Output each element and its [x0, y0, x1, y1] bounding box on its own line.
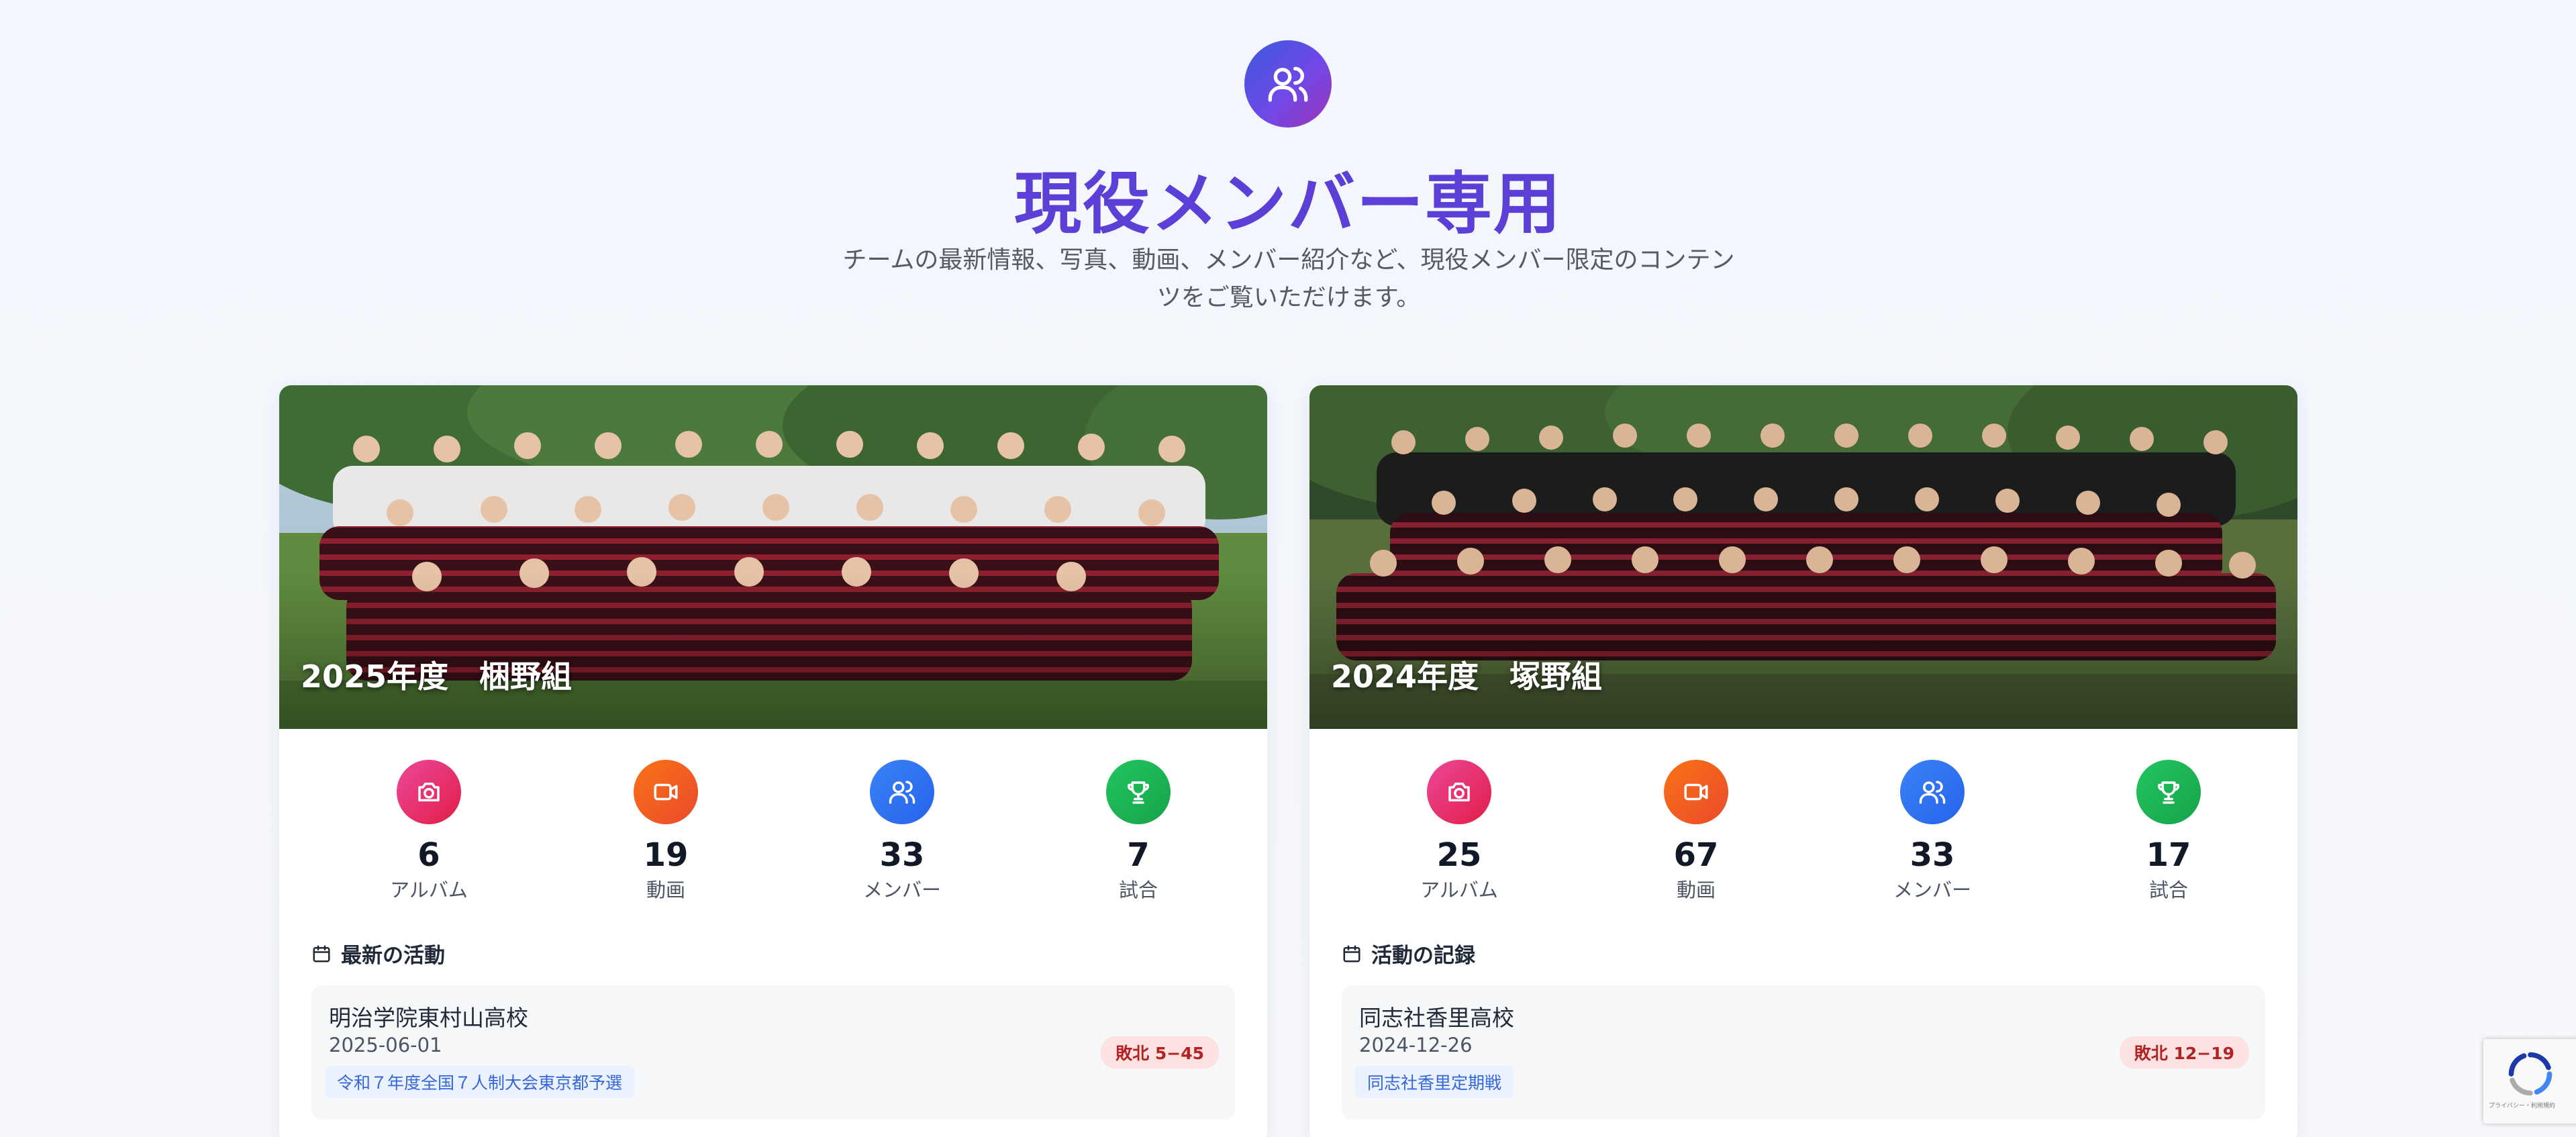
- stat-label: 試合: [1118, 879, 1158, 901]
- tournament-tag: 同志社香里定期戦: [1355, 1066, 1514, 1098]
- recaptcha-footer[interactable]: プライバシー・利用規約: [2489, 1101, 2576, 1109]
- stat-members[interactable]: 33 メンバー: [1852, 760, 2013, 902]
- stat-albums[interactable]: 25 アルバム: [1379, 760, 1540, 902]
- stat-label: 動画: [646, 879, 685, 901]
- trophy-icon: [1106, 760, 1171, 824]
- users-icon: [870, 760, 934, 824]
- stat-label: メンバー: [862, 879, 941, 901]
- team-photo[interactable]: 2025年度 梱野組: [279, 385, 1267, 729]
- page-description: チームの最新情報、写真、動画、メンバー紹介など、現役メンバー限定のコンテンツをご…: [842, 246, 1735, 311]
- result-badge: 敗北 12−19: [2119, 1036, 2249, 1069]
- camera-icon: [397, 760, 461, 824]
- stat-label: 動画: [1676, 879, 1716, 901]
- stat-label: 試合: [2148, 879, 2188, 901]
- activity-item[interactable]: 同志社香里高校 2024-12-26 同志社香里定期戦 敗北 12−19: [1342, 985, 2265, 1120]
- result-badge: 敗北 5−45: [1101, 1036, 1219, 1069]
- stats-row: 25 アルバム 67 動画 33 メンバー 17 試合: [1309, 760, 2297, 907]
- section-title: 活動の記録: [1371, 944, 1475, 968]
- page-title: 現役メンバー専用: [1014, 164, 1562, 243]
- video-icon: [1664, 760, 1728, 824]
- season-card-2024[interactable]: 2024年度 塚野組 25 アルバム 67 動画 33 メンバー 17 試合 活…: [1309, 385, 2297, 1137]
- season-title: 2024年度 塚野組: [1331, 658, 1603, 695]
- camera-icon: [1427, 760, 1491, 824]
- trophy-icon: [2136, 760, 2201, 824]
- stat-albums[interactable]: 6 アルバム: [348, 760, 509, 902]
- stat-label: メンバー: [1893, 879, 1971, 901]
- stat-value: 19: [643, 836, 689, 874]
- stat-value: 33: [1910, 836, 1955, 874]
- match-date: 2024-12-26: [1359, 1034, 1473, 1056]
- users-icon: [1900, 760, 1965, 824]
- recaptcha-badge[interactable]: プライバシー・利用規約: [2483, 1039, 2576, 1124]
- recaptcha-icon: [2508, 1052, 2553, 1096]
- stat-value: 7: [1127, 836, 1150, 874]
- tournament-tag: 令和７年度全国７人制大会東京都予選: [325, 1066, 635, 1098]
- opponent-school: 同志社香里高校: [1359, 1005, 1514, 1031]
- calendar-icon: [313, 945, 330, 962]
- stat-label: アルバム: [1420, 879, 1498, 901]
- stat-members[interactable]: 33 メンバー: [822, 760, 983, 902]
- stat-label: アルバム: [390, 879, 468, 901]
- stat-videos[interactable]: 67 動画: [1616, 760, 1777, 902]
- header-users-icon: [1244, 40, 1332, 128]
- stat-value: 25: [1436, 836, 1482, 874]
- activity-item[interactable]: 明治学院東村山高校 2025-06-01 令和７年度全国７人制大会東京都予選 敗…: [311, 985, 1235, 1120]
- stat-matches[interactable]: 17 試合: [2088, 760, 2249, 902]
- video-icon: [634, 760, 698, 824]
- stats-row: 6 アルバム 19 動画 33 メンバー 7 試合: [279, 760, 1267, 907]
- stat-value: 67: [1673, 836, 1719, 874]
- opponent-school: 明治学院東村山高校: [329, 1005, 528, 1031]
- match-date: 2025-06-01: [329, 1034, 442, 1056]
- section-heading: 最新の活動: [311, 938, 445, 969]
- season-card-2025[interactable]: 2025年度 梱野組 6 アルバム 19 動画 33 メンバー 7 試合 最新の…: [279, 385, 1267, 1137]
- season-title: 2025年度 梱野組: [301, 658, 573, 695]
- stat-value: 6: [417, 836, 440, 874]
- stat-matches[interactable]: 7 試合: [1058, 760, 1219, 902]
- section-heading: 活動の記録: [1342, 938, 1475, 969]
- section-title: 最新の活動: [341, 944, 445, 968]
- calendar-icon: [1343, 945, 1360, 962]
- stat-value: 33: [879, 836, 925, 874]
- stat-value: 17: [2146, 836, 2191, 874]
- stat-videos[interactable]: 19 動画: [585, 760, 746, 902]
- team-photo[interactable]: 2024年度 塚野組: [1309, 385, 2297, 729]
